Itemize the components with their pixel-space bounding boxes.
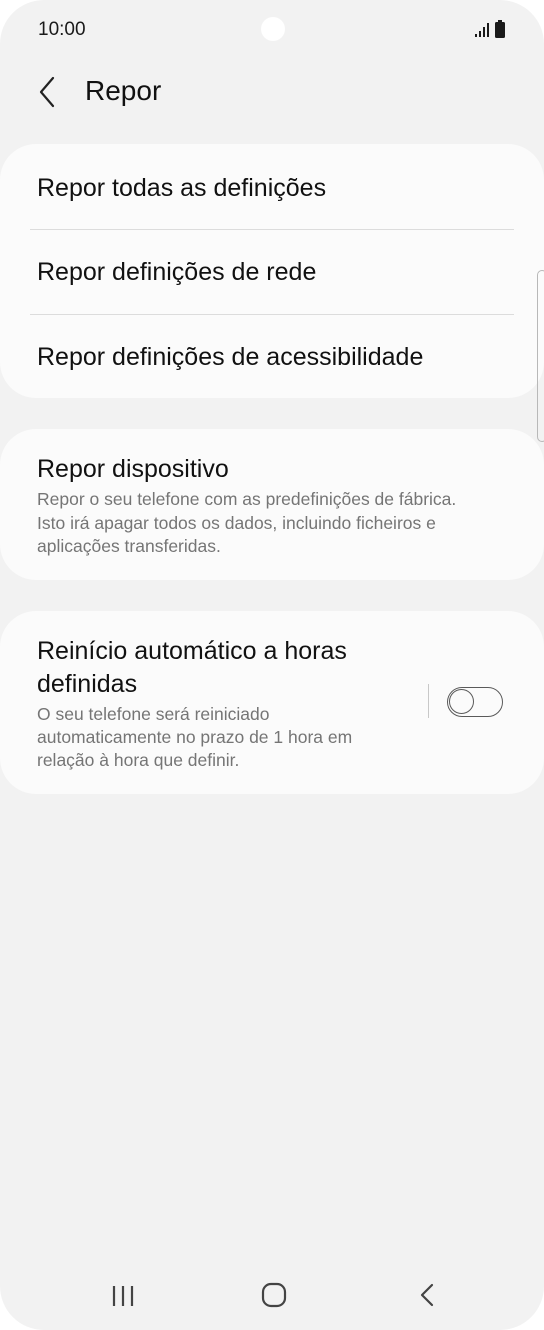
back-icon[interactable] [407,1276,447,1316]
factory-reset-description-line: Isto irá apagar todos os dados, incluind… [37,513,436,533]
phone-screen: 10:00 Repor Repor todas as definições Re… [0,0,544,1330]
home-icon[interactable] [254,1276,294,1316]
reset-options-card: Repor todas as definições Repor definiçõ… [0,144,544,398]
auto-restart-description-line: automaticamente no prazo de 1 hora em [37,727,353,747]
factory-reset-description-line: aplicações transferidas. [37,536,221,556]
factory-reset-title: Repor dispositivo [37,455,229,483]
reset-accessibility-settings-label: Repor definições de acessibilidade [37,343,424,371]
status-bar: 10:00 [0,0,544,60]
factory-reset-description-line: Repor o seu telefone com as predefiniçõe… [37,489,457,509]
back-button[interactable] [26,70,70,114]
navigation-bar [0,1266,544,1326]
reset-network-settings-item[interactable]: Repor definições de rede [0,230,544,314]
toggle-knob [449,689,474,714]
reset-all-settings-item[interactable]: Repor todas as definições [0,146,544,230]
battery-icon [495,20,505,38]
page-title: Repor [85,75,162,106]
signal-icon [475,23,489,37]
camera-cutout [261,17,285,41]
auto-restart-title-line: definidas [37,670,138,698]
status-time: 10:00 [38,19,86,40]
auto-restart-card[interactable]: Reinício automático a horas definidas O … [0,611,544,794]
reset-network-settings-label: Repor definições de rede [37,258,317,286]
auto-restart-toggle[interactable] [447,687,503,717]
recent-apps-icon[interactable] [103,1276,143,1316]
toggle-separator [428,684,429,718]
auto-restart-title-line: Reinício automático a horas [37,637,347,665]
auto-restart-description-line: O seu telefone será reiniciado [37,704,270,724]
auto-restart-description-line: relação à hora que definir. [37,750,240,770]
scrollbar-handle[interactable] [537,270,544,442]
reset-all-settings-label: Repor todas as definições [37,174,327,202]
reset-accessibility-settings-item[interactable]: Repor definições de acessibilidade [0,315,544,399]
app-header: Repor [0,62,544,122]
factory-reset-card[interactable]: Repor dispositivo Repor o seu telefone c… [0,429,544,580]
